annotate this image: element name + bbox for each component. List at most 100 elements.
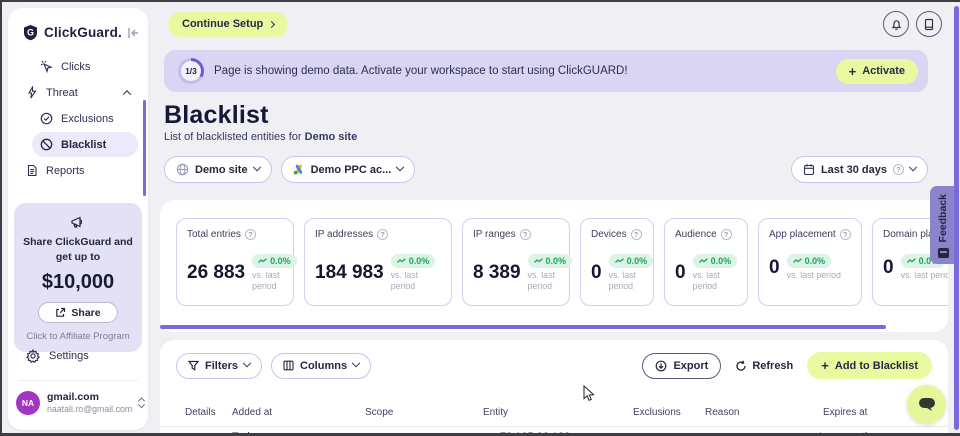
sidebar-item-threat[interactable]: Threat [18, 80, 138, 105]
info-icon: ? [840, 229, 851, 240]
column-header-reason[interactable]: Reason [705, 407, 739, 418]
trend-up-icon [699, 258, 708, 264]
chevron-down-icon [909, 162, 917, 170]
info-icon: ? [631, 229, 642, 240]
stat-label: Devices [591, 229, 627, 240]
column-header-entity[interactable]: Entity [483, 407, 508, 418]
banner-message: Page is showing demo data. Activate your… [214, 65, 826, 77]
stat-card-devices: Devices? 0 0.0% vs. last period [580, 218, 654, 306]
stat-value: 184 983 [315, 262, 384, 284]
window-frame-left [0, 0, 2, 436]
info-icon: ? [377, 229, 388, 240]
stat-value: 0 [769, 257, 780, 279]
info-icon: ? [721, 229, 732, 240]
sidebar-item-exclusions[interactable]: Exclusions [32, 106, 138, 131]
column-header-exclusions[interactable]: Exclusions [633, 407, 681, 418]
stat-label: Audience [675, 229, 717, 240]
notifications-button[interactable] [883, 11, 909, 37]
sidebar-item-reports[interactable]: Reports [18, 158, 138, 183]
affiliate-promo-card[interactable]: Share ClickGuard and get up to $10,000 S… [14, 203, 142, 352]
sidebar-scrollbar[interactable] [143, 100, 146, 196]
stat-caption: vs. last period [787, 270, 841, 281]
brand: G ClickGuard. [8, 8, 148, 53]
filters-button[interactable]: Filters [176, 353, 262, 379]
blacklist-table-panel: Filters Columns Export Refre [160, 340, 948, 436]
feedback-tab[interactable]: Feedback [930, 186, 956, 264]
add-to-blacklist-label: Add to Blacklist [835, 360, 918, 372]
promo-text-line1: Share ClickGuard and [22, 235, 134, 250]
account-selector-value: Demo PPC ac... [311, 164, 392, 176]
column-header-scope[interactable]: Scope [365, 407, 393, 418]
guide-button[interactable] [916, 11, 942, 37]
columns-button[interactable]: Columns [271, 353, 371, 379]
user-name: gmail.com [47, 391, 132, 404]
trend-up-icon [907, 258, 916, 264]
page-title: Blacklist [164, 101, 269, 130]
chevron-down-icon [352, 358, 360, 366]
stat-card-total-entries: Total entries? 26 883 0.0% vs. last peri… [176, 218, 294, 306]
sidebar-item-label: Reports [46, 165, 85, 177]
continue-setup-button[interactable]: Continue Setup [168, 12, 288, 37]
trend-badge: 0.0% [528, 254, 573, 268]
sidebar-item-settings[interactable]: Settings [18, 345, 97, 367]
clicks-icon [40, 60, 53, 73]
column-header-added-at[interactable]: Added at [232, 407, 272, 418]
trend-badge: 0.0% [693, 254, 738, 268]
columns-label: Columns [300, 360, 347, 372]
setup-progress-ring: 1/3 [178, 58, 204, 84]
export-icon [655, 360, 667, 372]
filters-label: Filters [205, 360, 238, 372]
stat-label: IP ranges [473, 229, 516, 240]
page-subtitle: List of blacklisted entities for Demo si… [164, 131, 357, 143]
sidebar-collapse-icon[interactable] [127, 27, 140, 39]
external-link-icon [55, 307, 66, 318]
chevron-up-icon [123, 90, 131, 98]
trend-badge: 0.0% [609, 254, 654, 268]
gear-icon [26, 349, 40, 363]
sidebar-item-blacklist[interactable]: Blacklist [32, 132, 138, 157]
column-header-details[interactable]: Details [185, 407, 216, 418]
blacklist-icon [40, 138, 53, 151]
stat-value: 8 389 [473, 262, 521, 284]
selector-row: Demo site Demo PPC ac... Last 30 days ? [164, 156, 928, 183]
stat-value: 0 [675, 262, 686, 284]
activate-button[interactable]: + Activate [836, 59, 918, 84]
clickguard-logo-icon: G [22, 24, 39, 41]
info-icon: ? [245, 229, 256, 240]
chevron-down-icon [396, 162, 404, 170]
feedback-label: Feedback [937, 194, 949, 242]
sidebar-item-label: Exclusions [61, 113, 114, 125]
cards-horizontal-scrollbar[interactable] [160, 325, 886, 329]
sidebar-item-clicks[interactable]: Clicks [32, 54, 138, 79]
export-button[interactable]: Export [642, 353, 721, 379]
page-scrollbar[interactable] [954, 6, 959, 430]
page-subtitle-text: List of blacklisted entities for [164, 131, 302, 143]
user-menu[interactable]: NA gmail.com naatali.ro@gmail.com [16, 391, 142, 415]
promo-caption: Click to Affiliate Program [22, 331, 134, 342]
promo-text-line2: get up to [22, 250, 134, 265]
site-selector[interactable]: Demo site [164, 156, 272, 183]
export-label: Export [673, 360, 708, 372]
stat-caption: vs. last period [391, 270, 435, 293]
account-selector[interactable]: Demo PPC ac... [281, 156, 416, 183]
column-header-expires-at[interactable]: Expires at [823, 407, 867, 418]
page-subtitle-target: Demo site [305, 131, 358, 143]
demo-data-banner: 1/3 Page is showing demo data. Activate … [164, 50, 928, 92]
globe-icon [176, 163, 189, 176]
brand-name: ClickGuard. [44, 25, 122, 40]
mouse-cursor [583, 385, 596, 407]
trend-up-icon [793, 258, 802, 264]
avatar: NA [16, 391, 40, 415]
refresh-button[interactable]: Refresh [735, 360, 793, 372]
sidebar-item-label: Clicks [61, 61, 90, 73]
date-range-selector[interactable]: Last 30 days ? [791, 156, 928, 183]
add-to-blacklist-button[interactable]: + Add to Blacklist [807, 352, 932, 379]
trend-up-icon [258, 258, 267, 264]
chat-launcher-button[interactable] [907, 385, 946, 424]
share-button[interactable]: Share [38, 302, 117, 323]
trend-up-icon [397, 258, 406, 264]
filter-icon [188, 360, 199, 371]
stat-card-app-placement: App placement? 0 0.0% vs. last period [758, 218, 862, 306]
stat-label: IP addresses [315, 229, 373, 240]
chevron-down-icon [243, 358, 251, 366]
